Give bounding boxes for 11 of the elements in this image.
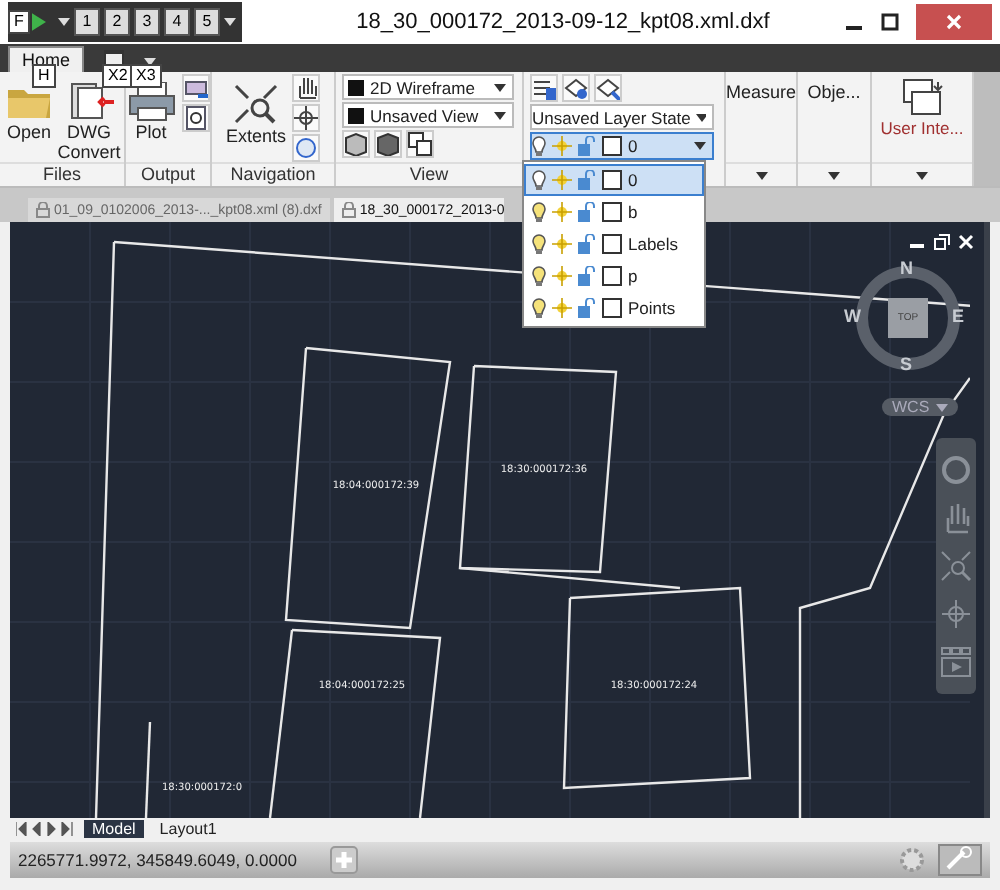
panel-title: Files — [0, 162, 124, 186]
compass-label: N — [900, 258, 913, 278]
key-tip-tooltip: X3 — [130, 64, 162, 88]
key-tip: F — [8, 10, 30, 34]
window-title: 18_30_000172_2013-09-12_kpt08.xml.dxf — [354, 10, 772, 34]
panel-title: Navigation — [212, 162, 334, 186]
coordinates-text: 2265771.9972, 345849.6049, 0.0000 — [18, 850, 299, 870]
key-tip-tooltip: H — [32, 64, 56, 88]
compass-label: S — [900, 354, 913, 374]
compass-label: E — [952, 306, 965, 326]
layer-name: 0 — [628, 136, 638, 156]
